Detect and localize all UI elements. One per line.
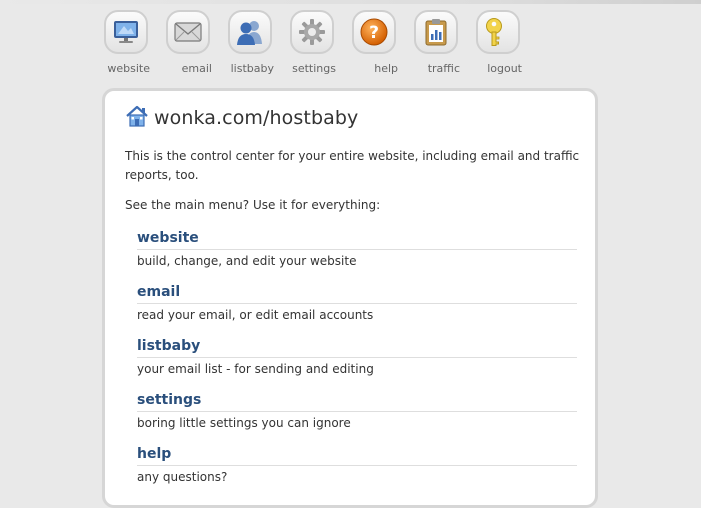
menu-link-help[interactable]: help	[137, 443, 577, 466]
envelope-icon	[166, 10, 210, 54]
nav-label: website	[107, 62, 150, 75]
menu-item-settings: settings boring little settings you can …	[137, 389, 577, 443]
menu-desc: boring little settings you can ignore	[137, 416, 351, 430]
nav-email[interactable]: email	[164, 10, 212, 76]
menu-link-email[interactable]: email	[137, 281, 577, 304]
menu-link-settings[interactable]: settings	[137, 389, 577, 412]
nav-label: settings	[292, 62, 336, 75]
nav-label: email	[181, 62, 212, 75]
page-heading: wonka.com/hostbaby	[125, 105, 358, 131]
nav-traffic[interactable]: traffic	[412, 10, 460, 76]
menu-link-website[interactable]: website	[137, 227, 577, 250]
nav-label: traffic	[427, 62, 460, 75]
svg-text:?: ?	[369, 23, 379, 43]
page-title: wonka.com/hostbaby	[154, 107, 359, 129]
nav-label: help	[374, 62, 398, 75]
home-icon	[125, 105, 149, 131]
menu-list: website build, change, and edit your web…	[137, 227, 577, 497]
nav-listbaby[interactable]: listbaby	[226, 10, 274, 76]
menu-item-help: help any questions?	[137, 443, 577, 497]
menu-desc: any questions?	[137, 470, 228, 484]
nav-help[interactable]: ? help	[350, 10, 398, 76]
nav-logout[interactable]: logout	[474, 10, 522, 76]
menu-lead-text: See the main menu? Use it for everything…	[125, 198, 381, 212]
nav-label: logout	[487, 62, 522, 75]
clipboard-chart-icon	[414, 10, 458, 54]
key-icon	[476, 10, 520, 54]
gear-icon	[290, 10, 334, 54]
nav-label: listbaby	[230, 62, 274, 75]
menu-desc: your email list - for sending and editin…	[137, 362, 374, 376]
question-icon: ?	[352, 10, 396, 54]
menu-link-listbaby[interactable]: listbaby	[137, 335, 577, 358]
menu-desc: read your email, or edit email accounts	[137, 308, 374, 322]
menu-item-website: website build, change, and edit your web…	[137, 227, 577, 281]
menu-item-listbaby: listbaby your email list - for sending a…	[137, 335, 577, 389]
nav-website[interactable]: website	[102, 10, 150, 76]
nav-settings[interactable]: settings	[288, 10, 336, 76]
monitor-icon	[104, 10, 148, 54]
top-stripe	[0, 0, 701, 4]
content-panel: wonka.com/hostbaby This is the control c…	[102, 88, 598, 508]
menu-desc: build, change, and edit your website	[137, 254, 357, 268]
menu-item-email: email read your email, or edit email acc…	[137, 281, 577, 335]
people-icon	[228, 10, 272, 54]
intro-text: This is the control center for your enti…	[125, 149, 580, 182]
